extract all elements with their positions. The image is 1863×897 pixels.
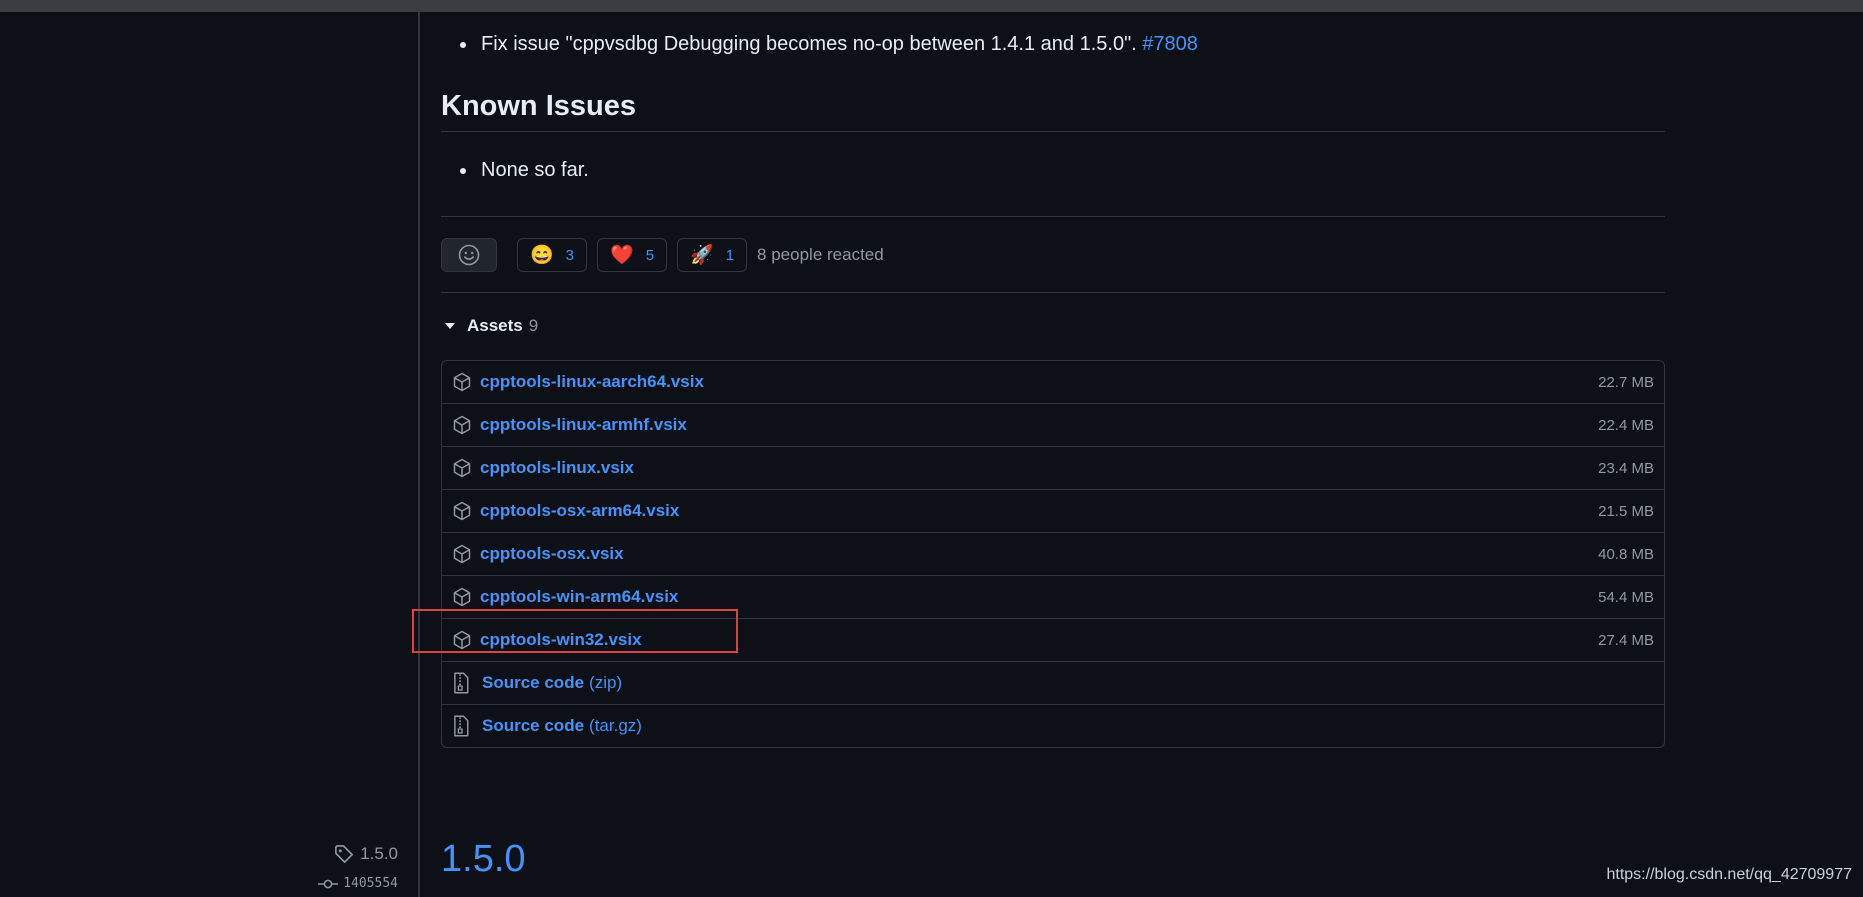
tag-icon bbox=[335, 845, 354, 863]
asset-link[interactable]: cpptools-osx-arm64.vsix bbox=[480, 501, 679, 521]
commit-sha: 1405554 bbox=[343, 876, 398, 891]
smiley-icon bbox=[458, 244, 480, 266]
package-icon bbox=[452, 372, 472, 392]
commit-icon bbox=[318, 879, 339, 888]
assets-toggle[interactable]: Assets 9 bbox=[441, 316, 538, 336]
known-issues-list: None so far. bbox=[441, 156, 589, 184]
package-icon bbox=[452, 587, 472, 607]
divider bbox=[441, 216, 1665, 217]
file-zip-icon bbox=[452, 715, 470, 737]
asset-size: 22.4 MB bbox=[1598, 416, 1654, 434]
reaction-count: 3 bbox=[565, 246, 575, 264]
package-icon bbox=[452, 501, 472, 521]
asset-size: 22.7 MB bbox=[1598, 373, 1654, 391]
timeline-line bbox=[418, 12, 420, 897]
asset-size: 27.4 MB bbox=[1598, 631, 1654, 649]
reaction-count: 5 bbox=[645, 246, 655, 264]
asset-link[interactable]: cpptools-win32.vsix bbox=[480, 630, 642, 650]
asset-link[interactable]: cpptools-linux-armhf.vsix bbox=[480, 415, 687, 435]
package-icon bbox=[452, 630, 472, 650]
known-issue-item: None so far. bbox=[441, 156, 589, 184]
release-title-link[interactable]: 1.5.0 bbox=[441, 838, 526, 881]
laugh-emoji-icon: 😄 bbox=[530, 245, 554, 266]
assets-count: 9 bbox=[528, 316, 539, 335]
source-code-link[interactable]: Source code bbox=[482, 716, 584, 736]
source-format[interactable]: (tar.gz) bbox=[589, 716, 642, 736]
assets-list: cpptools-linux-aarch64.vsix 22.7 MB cppt… bbox=[441, 360, 1665, 748]
asset-row: cpptools-linux.vsix 23.4 MB bbox=[442, 446, 1664, 489]
package-icon bbox=[452, 415, 472, 435]
reaction-summary: 8 people reacted bbox=[757, 245, 884, 264]
fix-list: Fix issue "cppvsdbg Debugging becomes no… bbox=[441, 30, 1198, 58]
asset-row: cpptools-win32.vsix 27.4 MB bbox=[442, 618, 1664, 661]
triangle-down-icon bbox=[445, 323, 455, 329]
reaction-rocket-button[interactable]: 🚀 1 bbox=[677, 238, 748, 272]
asset-link[interactable]: cpptools-osx.vsix bbox=[480, 544, 624, 564]
top-bar bbox=[0, 0, 1863, 12]
add-reaction-button[interactable] bbox=[441, 238, 497, 272]
asset-row: cpptools-osx.vsix 40.8 MB bbox=[442, 532, 1664, 575]
fix-item-text: Fix issue "cppvsdbg Debugging becomes no… bbox=[481, 33, 1137, 55]
package-icon bbox=[452, 544, 472, 564]
issue-link[interactable]: #7808 bbox=[1142, 33, 1198, 55]
asset-row: cpptools-win-arm64.vsix 54.4 MB bbox=[442, 575, 1664, 618]
reaction-count: 1 bbox=[725, 246, 735, 264]
asset-size: 40.8 MB bbox=[1598, 545, 1654, 563]
watermark: https://blog.csdn.net/qq_42709977 bbox=[1606, 866, 1852, 883]
asset-link[interactable]: cpptools-linux-aarch64.vsix bbox=[480, 372, 704, 392]
fix-item: Fix issue "cppvsdbg Debugging becomes no… bbox=[441, 30, 1198, 58]
file-zip-icon bbox=[452, 672, 470, 694]
asset-link[interactable]: cpptools-win-arm64.vsix bbox=[480, 587, 678, 607]
release-commit[interactable]: 1405554 bbox=[317, 876, 398, 891]
release-tag[interactable]: 1.5.0 bbox=[334, 844, 398, 864]
package-icon bbox=[452, 458, 472, 478]
known-issues-heading: Known Issues bbox=[441, 90, 1665, 132]
asset-size: 54.4 MB bbox=[1598, 588, 1654, 606]
reaction-laugh-button[interactable]: 😄 3 bbox=[517, 238, 588, 272]
source-row: Source code (zip) bbox=[442, 661, 1664, 704]
release-tag-label: 1.5.0 bbox=[360, 844, 398, 863]
source-code-link[interactable]: Source code bbox=[482, 673, 584, 693]
heart-emoji-icon: ❤️ bbox=[610, 245, 634, 266]
asset-row: cpptools-osx-arm64.vsix 21.5 MB bbox=[442, 489, 1664, 532]
asset-row: cpptools-linux-aarch64.vsix 22.7 MB bbox=[442, 361, 1664, 403]
asset-size: 23.4 MB bbox=[1598, 459, 1654, 477]
reaction-heart-button[interactable]: ❤️ 5 bbox=[597, 238, 668, 272]
divider bbox=[441, 292, 1665, 293]
rocket-emoji-icon: 🚀 bbox=[690, 245, 714, 266]
assets-label: Assets bbox=[467, 316, 523, 335]
source-row: Source code (tar.gz) bbox=[442, 704, 1664, 747]
asset-size: 21.5 MB bbox=[1598, 502, 1654, 520]
reactions-bar: 😄 3 ❤️ 5 🚀 1 8 people reacted bbox=[441, 238, 884, 272]
asset-link[interactable]: cpptools-linux.vsix bbox=[480, 458, 634, 478]
asset-row: cpptools-linux-armhf.vsix 22.4 MB bbox=[442, 403, 1664, 446]
source-format[interactable]: (zip) bbox=[589, 673, 622, 693]
